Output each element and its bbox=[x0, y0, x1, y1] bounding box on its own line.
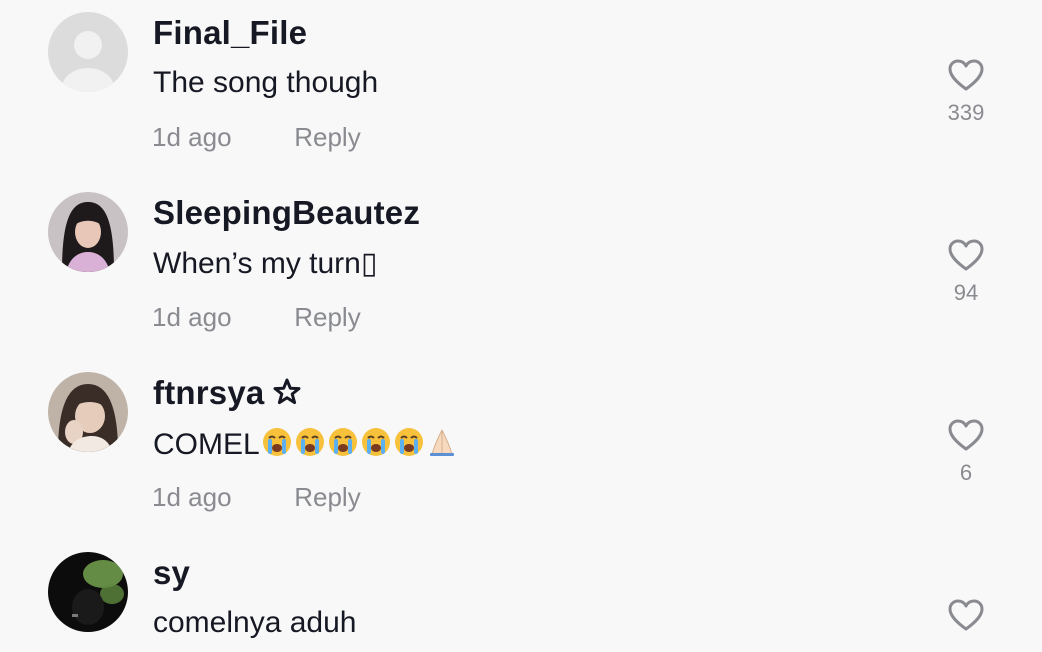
loudly-crying-face-icon bbox=[295, 428, 324, 456]
comment-meta: 1d ago Reply bbox=[152, 122, 361, 153]
missing-glyph: ▯ bbox=[360, 247, 378, 280]
reply-button[interactable]: Reply bbox=[294, 302, 360, 333]
reply-button[interactable]: Reply bbox=[294, 482, 360, 513]
comment-text: When’s my turn▯ bbox=[153, 246, 377, 281]
like-group: 94 bbox=[936, 238, 996, 306]
comment-time: 1d ago bbox=[152, 302, 232, 332]
heart-icon[interactable] bbox=[947, 58, 985, 92]
user-photo-avatar bbox=[48, 552, 128, 632]
comment-item: Final_File The song though 1d ago Reply … bbox=[0, 0, 1042, 180]
avatar[interactable] bbox=[48, 12, 128, 92]
folded-hands-icon bbox=[429, 429, 454, 456]
like-count: 6 bbox=[959, 460, 973, 485]
user-photo-avatar bbox=[48, 192, 128, 272]
comment-item: ftnrsya COMEL 1d ago Reply 6 bbox=[0, 360, 1042, 540]
heart-icon[interactable] bbox=[947, 418, 985, 452]
username[interactable]: Final_File bbox=[153, 14, 307, 52]
like-group bbox=[936, 598, 996, 632]
loudly-crying-face-icon bbox=[328, 428, 357, 456]
heart-icon[interactable] bbox=[947, 238, 985, 272]
avatar[interactable] bbox=[48, 552, 128, 632]
username[interactable]: sy bbox=[153, 554, 190, 592]
loudly-crying-face-icon bbox=[394, 428, 423, 456]
loudly-crying-face-icon bbox=[262, 428, 291, 456]
like-count: 94 bbox=[953, 280, 979, 305]
like-group: 339 bbox=[936, 58, 996, 126]
like-group: 6 bbox=[936, 418, 996, 486]
heart-icon[interactable] bbox=[947, 598, 985, 632]
comment-meta: 1d ago Reply bbox=[152, 302, 361, 333]
avatar[interactable] bbox=[48, 192, 128, 272]
username-text: ftnrsya bbox=[153, 374, 265, 411]
comment-text: The song though bbox=[153, 66, 379, 99]
avatar[interactable] bbox=[48, 372, 128, 452]
username[interactable]: ftnrsya bbox=[153, 374, 302, 412]
comment-time: 1d ago bbox=[152, 482, 232, 512]
like-count: 339 bbox=[947, 100, 985, 125]
comment-time: 1d ago bbox=[152, 122, 232, 152]
comment-text-main: COMEL bbox=[153, 428, 260, 461]
comment-item: sy comelnya aduh bbox=[0, 540, 1042, 652]
user-photo-avatar bbox=[48, 372, 128, 452]
loudly-crying-face-icon bbox=[361, 428, 390, 456]
comment-meta: 1d ago Reply bbox=[152, 482, 361, 513]
default-avatar-icon bbox=[48, 12, 128, 92]
comment-text-main: When’s my turn bbox=[153, 247, 361, 280]
comment-text: comelnya aduh bbox=[153, 606, 357, 639]
username[interactable]: SleepingBeautez bbox=[153, 194, 420, 232]
comment-item: SleepingBeautez When’s my turn▯ 1d ago R… bbox=[0, 180, 1042, 360]
star-outline-icon bbox=[273, 378, 301, 405]
comment-list: Final_File The song though 1d ago Reply … bbox=[0, 0, 1042, 652]
reply-button[interactable]: Reply bbox=[294, 122, 360, 153]
comment-text: COMEL bbox=[153, 426, 458, 462]
